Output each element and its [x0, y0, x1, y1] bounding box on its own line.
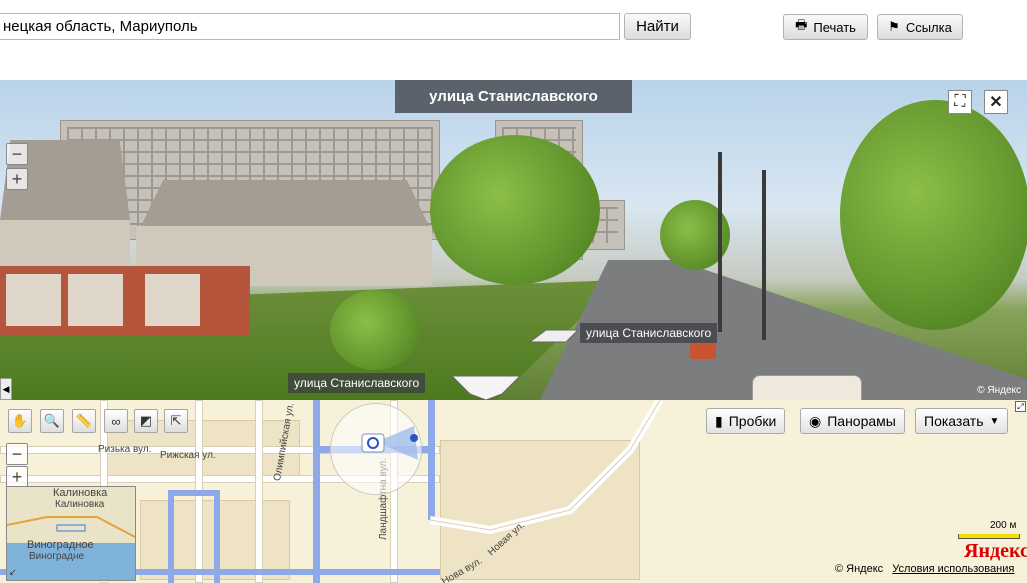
brick-fence: [0, 266, 250, 336]
placemark-icon[interactable]: ◩: [134, 409, 158, 433]
panorama-zoom-out-button[interactable]: −: [6, 143, 28, 165]
tree: [330, 290, 420, 370]
mini-map-collapse-icon[interactable]: ↙: [9, 567, 17, 578]
expand-map-icon[interactable]: ⤢: [1015, 401, 1026, 412]
panorama-view[interactable]: − + ⛶ ✕ © Яндекс: [0, 80, 1027, 400]
tree: [840, 100, 1027, 330]
hand-icon[interactable]: ✋: [8, 409, 32, 433]
scale-bar: [958, 534, 1020, 539]
terms-link[interactable]: Условия использования: [892, 563, 1014, 575]
map-zoom-out-button[interactable]: −: [6, 443, 28, 465]
map-road-highlight: [313, 400, 320, 583]
chevron-down-icon: ▼: [989, 415, 1000, 427]
show-button-label: Показать: [924, 413, 984, 429]
map-view[interactable]: Ризька вул. Рижская ул. Олимпийская ул. …: [0, 400, 1027, 583]
find-button[interactable]: Найти: [624, 13, 691, 40]
top-bar: Найти 🖶 Печать ⚑ Ссылка: [0, 0, 1027, 80]
map-footer: © Яндекс Условия использования: [835, 563, 1014, 575]
close-icon[interactable]: ✕: [984, 90, 1008, 114]
ruler-icon[interactable]: 📏: [72, 409, 96, 433]
print-button[interactable]: 🖶 Печать: [783, 14, 868, 40]
map-road-diagonal: [430, 400, 664, 535]
panorama-street-title: улица Станиславского: [395, 80, 632, 113]
house-left: [0, 220, 130, 270]
printer-icon: 🖶: [795, 17, 808, 32]
map-street-label: Рижская ул.: [160, 450, 216, 461]
print-button-label: Печать: [813, 19, 856, 35]
show-layers-button[interactable]: Показать ▼: [915, 408, 1009, 434]
house-roof: [140, 180, 430, 228]
utility-pole: [762, 170, 766, 340]
map-zoom-in-button[interactable]: +: [6, 466, 28, 488]
search-input[interactable]: [0, 13, 620, 40]
map-street: [255, 400, 263, 583]
street-label-left[interactable]: улица Станиславского: [288, 373, 426, 393]
route-icon[interactable]: ∞: [104, 409, 128, 433]
traffic-button[interactable]: ▮ Пробки: [706, 408, 786, 434]
utility-pole: [718, 152, 722, 332]
map-road-highlight: [168, 490, 220, 496]
fullscreen-icon[interactable]: ⛶: [948, 90, 972, 114]
link-icon: ⚑: [888, 19, 900, 34]
traffic-button-label: Пробки: [728, 413, 777, 429]
panorama-icon: ◉: [809, 412, 822, 429]
navigation-arrow-icon[interactable]: [444, 376, 528, 400]
panoramas-button-label: Панорамы: [827, 413, 896, 429]
panoramas-button[interactable]: ◉ Панорамы: [800, 408, 905, 434]
link-button-label: Ссылка: [905, 19, 952, 35]
scale-label: 200 м: [990, 520, 1017, 531]
magnifier-icon[interactable]: 🔍: [40, 409, 64, 433]
collapse-panel-icon[interactable]: ◀: [0, 378, 12, 400]
traffic-light-icon: ▮: [715, 412, 723, 429]
street-label-right[interactable]: улица Станиславского: [580, 323, 718, 343]
mini-map-roads: [7, 516, 135, 538]
yandex-logo: Яндекс: [964, 540, 1027, 562]
map-copyright: © Яндекс: [835, 563, 884, 575]
link-button[interactable]: ⚑ Ссылка: [877, 14, 963, 40]
car: [690, 343, 716, 359]
map-street-label: Ризька вул.: [98, 444, 152, 455]
panorama-zoom-in-button[interactable]: +: [6, 168, 28, 190]
car: [752, 375, 862, 400]
navigation-arrow-icon[interactable]: [526, 324, 582, 344]
mini-map[interactable]: Калиновка Калиновка Виноградное Виноград…: [6, 486, 136, 581]
select-icon[interactable]: ⇱: [164, 409, 188, 433]
tree: [430, 135, 600, 285]
panorama-copyright: © Яндекс: [977, 385, 1021, 396]
panorama-view-direction-icon: [361, 426, 418, 460]
